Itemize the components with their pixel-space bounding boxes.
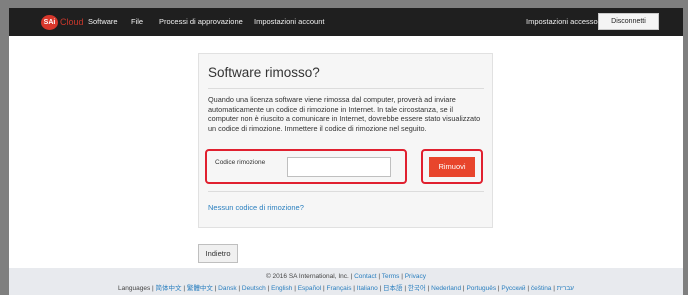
language-link[interactable]: Deutsch xyxy=(242,285,266,292)
title-divider xyxy=(208,88,484,89)
main-content: Software rimosso? Quando una licenza sof… xyxy=(9,36,683,268)
back-button[interactable]: Indietro xyxy=(198,244,238,263)
language-link[interactable]: Italiano xyxy=(357,285,378,292)
languages-label: Languages xyxy=(118,285,151,292)
language-link[interactable]: 한국어 xyxy=(408,285,426,292)
removal-description: Quando una licenza software viene rimoss… xyxy=(208,95,481,133)
copyright-line: © 2016 SA International, Inc. | Contact … xyxy=(265,273,427,280)
nav-item-approval-processes[interactable]: Processi di approvazione xyxy=(159,8,243,36)
removal-code-card: Software rimosso? Quando una licenza sof… xyxy=(198,53,493,228)
terms-link[interactable]: Terms xyxy=(382,273,400,280)
copyright-text: © 2016 SA International, Inc. xyxy=(265,273,349,280)
removal-code-label: Codice rimozione xyxy=(215,159,266,166)
language-link[interactable]: 日本語 xyxy=(383,285,403,292)
sai-logo-icon: SAi xyxy=(41,14,58,30)
language-link[interactable]: Español xyxy=(298,285,322,292)
page-title: Software rimosso? xyxy=(208,65,320,80)
nav-item-account-settings[interactable]: Impostazioni account xyxy=(254,8,324,36)
language-link[interactable]: Français xyxy=(327,285,352,292)
language-link[interactable]: English xyxy=(271,285,292,292)
privacy-link[interactable]: Privacy xyxy=(405,273,426,280)
nav-item-software[interactable]: Software xyxy=(88,8,118,36)
form-divider xyxy=(208,191,484,192)
language-link[interactable]: 简体中文 xyxy=(156,285,182,292)
nav-item-access-settings[interactable]: Impostazioni accesso xyxy=(526,8,598,36)
language-selector: Languages | 简体中文 | 繁體中文 | Dansk | Deutsc… xyxy=(118,285,574,292)
language-link[interactable]: čeština xyxy=(531,285,552,292)
removal-code-input[interactable] xyxy=(287,157,391,177)
contact-link[interactable]: Contact xyxy=(354,273,376,280)
browser-frame: SAi Cloud Software File Processi di appr… xyxy=(9,8,683,295)
logout-button[interactable]: Disconnetti xyxy=(598,13,659,30)
remove-button[interactable]: Rimuovi xyxy=(429,157,475,177)
language-link[interactable]: עברית xyxy=(557,285,574,292)
language-link[interactable]: Português xyxy=(466,285,496,292)
sai-cloud-logo[interactable]: SAi Cloud xyxy=(41,14,84,30)
language-link[interactable]: Nederland xyxy=(431,285,461,292)
language-link[interactable]: Dansk xyxy=(218,285,236,292)
language-link[interactable]: 繁體中文 xyxy=(187,285,213,292)
no-removal-code-link[interactable]: Nessun codice di rimozione? xyxy=(208,203,304,212)
top-navbar: SAi Cloud Software File Processi di appr… xyxy=(9,8,683,36)
language-link[interactable]: Русский xyxy=(501,285,525,292)
nav-item-file[interactable]: File xyxy=(131,8,143,36)
footer: © 2016 SA International, Inc. | Contact … xyxy=(9,268,683,295)
cloud-logo-text: Cloud xyxy=(60,17,84,27)
